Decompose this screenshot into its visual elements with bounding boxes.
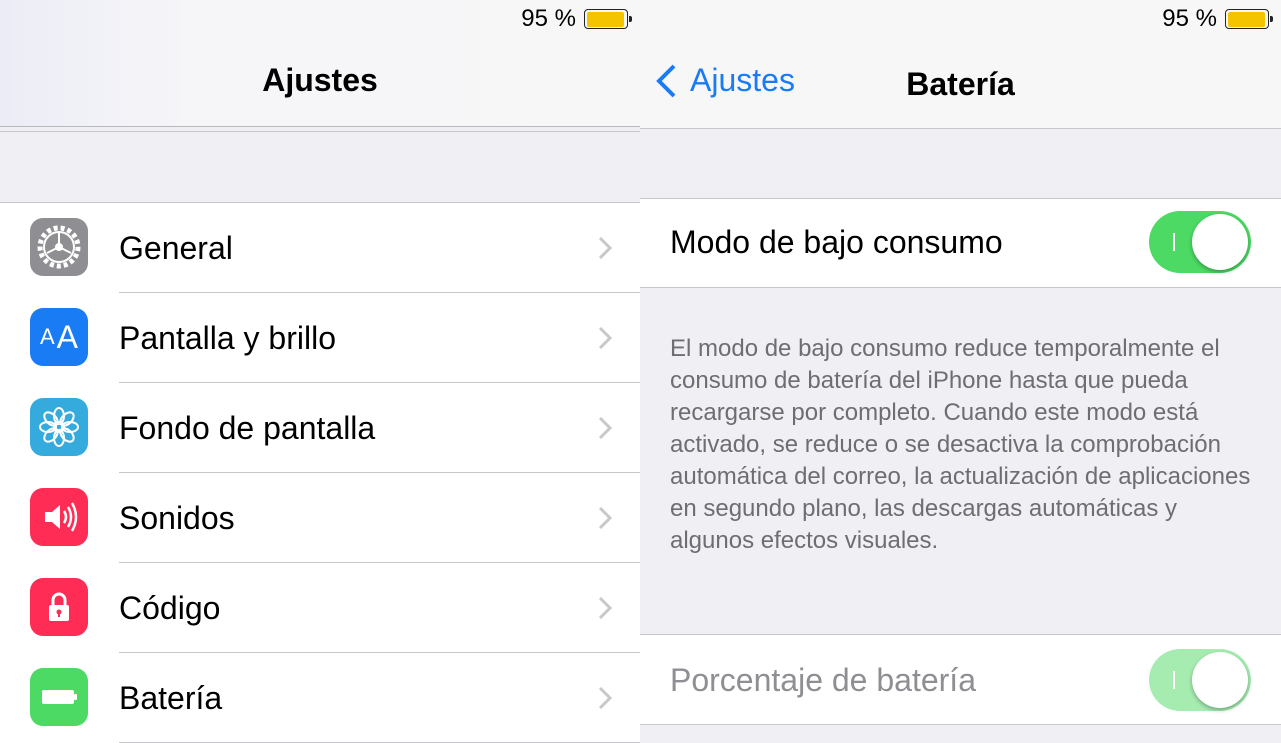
page-title: Batería (906, 66, 1015, 102)
settings-item-display[interactable]: AA Pantalla y brillo (0, 293, 640, 383)
chevron-right-icon (598, 326, 612, 350)
battery-indicator-icon (1225, 9, 1273, 29)
status-bar: 95 % (521, 5, 632, 33)
lock-icon (30, 578, 88, 636)
navigation-bar: 95 % Ajustes Batería (640, 0, 1281, 129)
low-power-mode-label: Modo de bajo consumo (670, 224, 1003, 260)
settings-item-passcode[interactable]: Código (0, 563, 640, 653)
battery-panel: 95 % Ajustes Batería Modo de bajo consum… (640, 0, 1281, 743)
status-bar: 95 % (1162, 5, 1273, 33)
low-power-mode-description: El modo de bajo consumo reduce temporalm… (670, 335, 1251, 554)
battery-percentage: 95 % (1162, 5, 1217, 32)
settings-item-general[interactable]: General (0, 203, 640, 293)
chevron-right-icon (598, 506, 612, 530)
text-size-icon: AA (30, 308, 88, 366)
settings-item-label: Batería (119, 679, 223, 716)
settings-item-label: General (119, 229, 233, 266)
flower-icon (30, 398, 88, 456)
settings-item-sounds[interactable]: Sonidos (0, 473, 640, 563)
low-power-mode-toggle[interactable] (1149, 211, 1251, 273)
battery-percentage-toggle[interactable] (1149, 649, 1251, 711)
page-title: Ajustes (262, 62, 378, 98)
battery-indicator-icon (584, 9, 632, 29)
chevron-right-icon (598, 236, 612, 260)
settings-item-label: Pantalla y brillo (119, 319, 336, 356)
chevron-right-icon (598, 416, 612, 440)
settings-panel: 95 % Ajustes General A A Pantalla y bril… (0, 0, 640, 743)
low-power-mode-cell: Modo de bajo consumo (640, 198, 1281, 288)
chevron-right-icon (598, 596, 612, 620)
navigation-bar: 95 % Ajustes (0, 0, 640, 127)
settings-item-label: Sonidos (119, 499, 235, 536)
settings-item-label: Fondo de pantalla (119, 409, 376, 446)
settings-item-label: Código (119, 589, 221, 626)
settings-item-wallpaper[interactable]: Fondo de pantalla (0, 383, 640, 473)
toggle-knob (1192, 652, 1248, 708)
settings-list: General AA Pantalla y brillo Fondo de pa… (0, 202, 640, 743)
chevron-right-icon (598, 686, 612, 710)
battery-percentage-cell: Porcentaje de batería (640, 634, 1281, 725)
gear-icon (30, 218, 88, 276)
battery-percentage: 95 % (521, 5, 576, 32)
settings-item-battery[interactable]: Batería (0, 653, 640, 743)
toggle-knob (1192, 214, 1248, 270)
battery-percentage-label: Porcentaje de batería (670, 662, 976, 698)
section-spacer (0, 131, 640, 204)
speaker-icon (30, 488, 88, 546)
battery-icon (30, 668, 88, 726)
